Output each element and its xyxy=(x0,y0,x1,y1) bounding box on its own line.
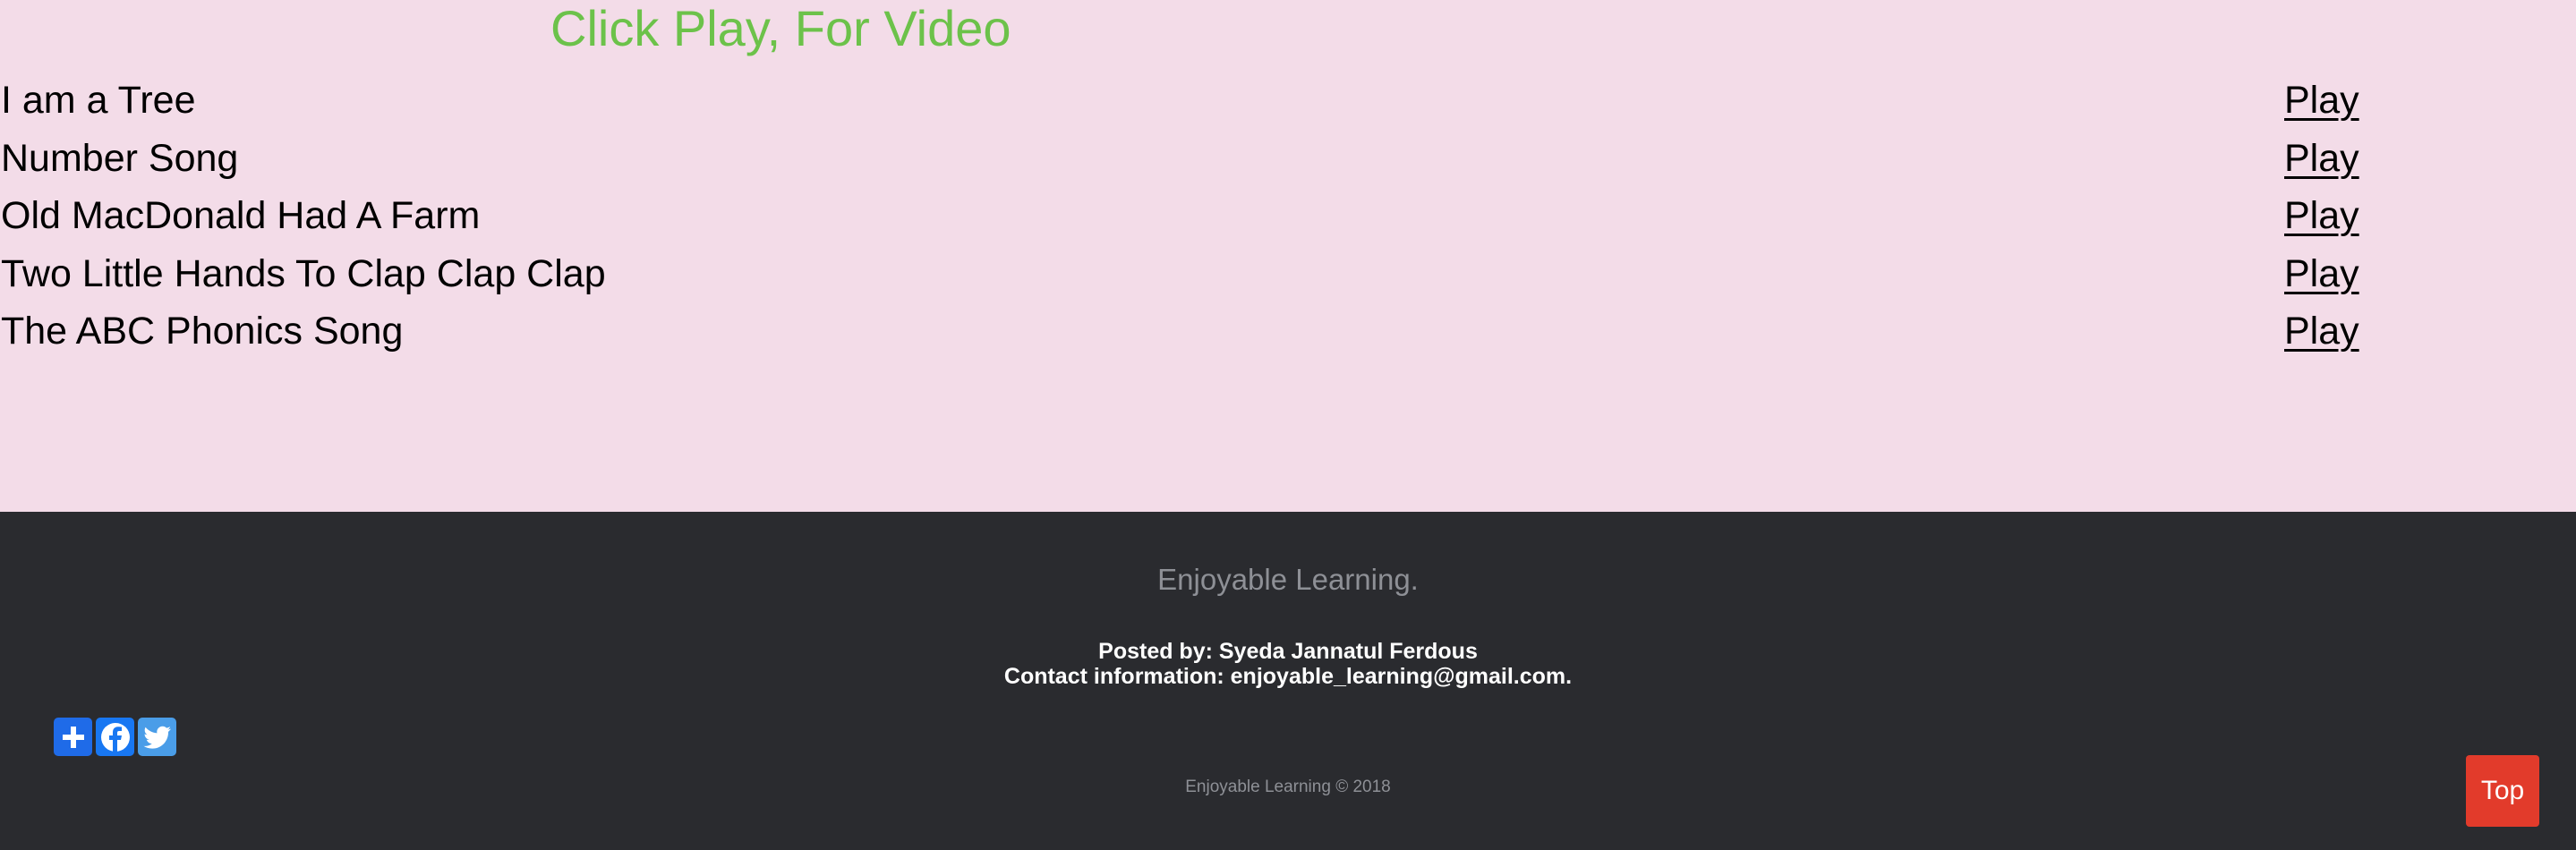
song-row: The ABC Phonics Song Play xyxy=(0,302,2576,361)
add-icon xyxy=(62,726,84,748)
footer-copyright: Enjoyable Learning © 2018 xyxy=(1185,778,1391,796)
play-link[interactable]: Play xyxy=(2284,251,2359,297)
song-row: Number Song Play xyxy=(0,130,2576,188)
song-title: The ABC Phonics Song xyxy=(1,310,404,353)
play-link[interactable]: Play xyxy=(2284,135,2359,182)
song-title: Number Song xyxy=(1,136,239,180)
song-title: Two Little Hands To Clap Clap Clap xyxy=(1,251,606,295)
back-to-top-button[interactable]: Top xyxy=(2466,755,2539,827)
song-title: I am a Tree xyxy=(1,79,196,122)
share-facebook-button[interactable] xyxy=(96,718,134,756)
footer-contact: Contact information: enjoyable_learning@… xyxy=(1003,664,1573,689)
facebook-icon xyxy=(100,722,130,752)
song-row: Two Little Hands To Clap Clap Clap Play xyxy=(0,245,2576,303)
share-add-button[interactable] xyxy=(54,718,92,756)
footer-posted-by: Posted by: Syeda Jannatul Ferdous xyxy=(1098,639,1478,664)
footer-brand: Enjoyable Learning. xyxy=(1157,563,1419,596)
song-row: I am a Tree Play xyxy=(0,72,2576,130)
play-link[interactable]: Play xyxy=(2284,77,2359,123)
twitter-icon xyxy=(142,726,171,749)
main-content: Click Play, For Video I am a Tree Play N… xyxy=(0,0,2576,512)
share-bar xyxy=(54,718,176,756)
page-heading: Click Play, For Video xyxy=(550,0,1011,56)
song-row: Old MacDonald Had A Farm Play xyxy=(0,187,2576,245)
share-twitter-button[interactable] xyxy=(138,718,176,756)
play-link[interactable]: Play xyxy=(2284,308,2359,354)
site-footer: Enjoyable Learning. Posted by: Syeda Jan… xyxy=(0,512,2576,850)
song-title: Old MacDonald Had A Farm xyxy=(1,194,481,237)
play-link[interactable]: Play xyxy=(2284,192,2359,239)
song-list: I am a Tree Play Number Song Play Old Ma… xyxy=(0,72,2576,361)
